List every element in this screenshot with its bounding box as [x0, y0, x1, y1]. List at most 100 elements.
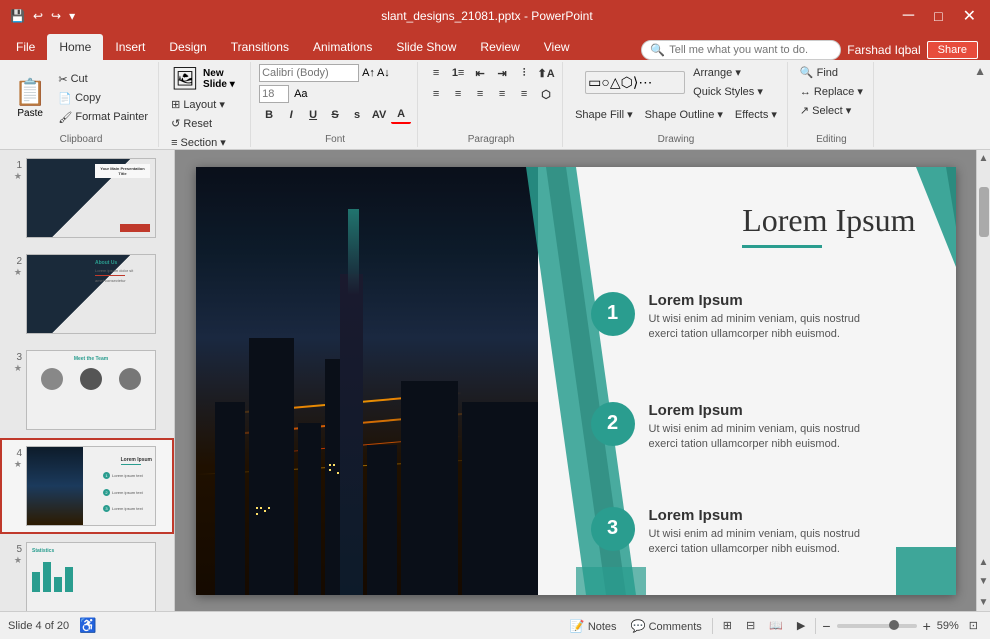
smartart-btn[interactable]: ⬡	[536, 85, 556, 103]
tab-insert[interactable]: Insert	[103, 34, 157, 60]
user-name: Farshad Iqbal	[847, 43, 920, 57]
fit-slide-btn[interactable]: ⊡	[965, 617, 982, 634]
status-left: Slide 4 of 20 ♿	[8, 617, 97, 634]
indent-more-btn[interactable]: ⇥	[492, 64, 512, 82]
maximize-btn[interactable]: □	[928, 8, 948, 24]
justify-btn[interactable]: ≡	[492, 85, 512, 103]
tab-slideshow[interactable]: Slide Show	[384, 34, 468, 60]
scroll-down-btn[interactable]: ▼	[976, 594, 990, 611]
tell-me-box[interactable]: 🔍	[641, 40, 841, 60]
reading-view-btn[interactable]: 📖	[765, 617, 787, 634]
bullets-btn[interactable]: ≡	[426, 64, 446, 82]
arrange-button[interactable]: Arrange ▾	[689, 64, 767, 81]
find-button[interactable]: 🔍 Find	[796, 64, 842, 81]
reset-button[interactable]: ↺ Reset	[167, 115, 216, 132]
font-size-input[interactable]	[259, 85, 289, 103]
underline-button[interactable]: U	[303, 106, 323, 124]
slide-star-3: ★	[14, 363, 22, 374]
tab-file[interactable]: File	[4, 34, 47, 60]
spacing-button[interactable]: AV	[369, 106, 389, 124]
save-icon[interactable]: 💾	[8, 7, 27, 25]
align-left-btn[interactable]: ≡	[426, 85, 446, 103]
comments-button[interactable]: 💬 Comments	[627, 617, 706, 635]
font-group: A↑ A↓ Aa B I U S s AV A Font	[253, 62, 418, 147]
cut-button[interactable]: ✂Cut	[54, 71, 152, 88]
tab-transitions[interactable]: Transitions	[219, 34, 301, 60]
slide-thumb-2[interactable]: 2 ★ About Us Lorem ipsum dolor sit amet …	[0, 246, 174, 342]
bold-button[interactable]: B	[259, 106, 279, 124]
scroll-next-slide-btn[interactable]: ▼	[976, 573, 990, 590]
slide-star-2: ★	[14, 267, 22, 278]
align-center-btn[interactable]: ≡	[448, 85, 468, 103]
zoom-slider[interactable]	[837, 624, 917, 628]
select-button[interactable]: ↗ Select ▾	[796, 102, 855, 119]
item-desc-1: Ut wisi enim ad minim veniam, quis nostr…	[649, 312, 879, 343]
columns-btn[interactable]: ⫶	[514, 64, 534, 82]
tab-design[interactable]: Design	[157, 34, 218, 60]
accessibility-icon[interactable]: ♿	[79, 617, 96, 634]
section-button[interactable]: ≡ Section ▾	[167, 134, 230, 151]
ribbon: 📋 Paste ✂Cut 📄Copy 🖌Format Painter Clipb…	[0, 60, 990, 150]
shadow-button[interactable]: s	[347, 106, 367, 124]
main-area: 1 ★ Your Main Presentation Title 2 ★	[0, 150, 990, 611]
quick-styles-button[interactable]: Quick Styles ▾	[689, 83, 767, 100]
zoom-out-btn[interactable]: −	[822, 618, 830, 634]
slide-thumb-4[interactable]: 4 ★ Lorem Ipsum 1 Lorem ipsum text	[0, 438, 174, 534]
scroll-thumb[interactable]	[979, 187, 989, 237]
format-painter-button[interactable]: 🖌Format Painter	[54, 109, 152, 126]
font-color-button[interactable]: A	[391, 106, 411, 124]
vertical-scrollbar[interactable]: ▲ ▲ ▼ ▼	[976, 150, 990, 611]
scroll-up-btn[interactable]: ▲	[976, 150, 990, 167]
undo-icon[interactable]: ↩	[31, 7, 45, 25]
tab-view[interactable]: View	[532, 34, 582, 60]
slide-canvas[interactable]: Lorem Ipsum 1 Lorem Ipsum Ut wisi enim a…	[196, 167, 956, 595]
slideshow-btn[interactable]: ▶	[793, 617, 809, 634]
scroll-prev-slide-btn[interactable]: ▲	[976, 554, 990, 571]
zoom-in-btn[interactable]: +	[923, 618, 931, 634]
close-btn[interactable]: ✕	[957, 6, 982, 26]
new-slide-button[interactable]: 🖼 NewSlide ▾	[167, 64, 239, 94]
numbering-btn[interactable]: 1≡	[448, 64, 468, 82]
text-dir-btn[interactable]: ⬆A	[536, 64, 556, 82]
shape-outline-btn[interactable]: Shape Outline ▾	[641, 106, 727, 123]
decrease-font-btn[interactable]: A↓	[377, 67, 390, 79]
notes-button[interactable]: 📝 Notes	[566, 617, 621, 635]
replace-button[interactable]: ↔ Replace ▾	[796, 83, 867, 100]
layout-button[interactable]: ⊞ Layout ▾	[167, 96, 229, 113]
tab-home[interactable]: Home	[47, 34, 103, 60]
tab-animations[interactable]: Animations	[301, 34, 384, 60]
italic-button[interactable]: I	[281, 106, 301, 124]
slide-thumb-5[interactable]: 5 ★ Statistics	[0, 534, 174, 611]
ribbon-collapse-btn[interactable]: ▲	[974, 62, 986, 147]
copy-button[interactable]: 📄Copy	[54, 90, 152, 107]
paragraph-label: Paragraph	[468, 134, 515, 145]
slide-img-3: Meet the Team	[26, 350, 156, 430]
align-text-btn[interactable]: ≡	[514, 85, 534, 103]
slide-thumb-3[interactable]: 3 ★ Meet the Team	[0, 342, 174, 438]
font-name-input[interactable]	[259, 64, 359, 82]
share-button[interactable]: Share	[927, 41, 978, 59]
slide-thumb-1[interactable]: 1 ★ Your Main Presentation Title	[0, 150, 174, 246]
shape-effects-btn[interactable]: Effects ▾	[731, 106, 781, 123]
tab-review[interactable]: Review	[468, 34, 531, 60]
clipboard-label: Clipboard	[60, 134, 103, 145]
clear-format-btn[interactable]: Aa	[291, 87, 310, 101]
slide-item-1: 1 Lorem Ipsum Ut wisi enim ad minim veni…	[591, 292, 931, 343]
slide-sorter-btn[interactable]: ⊟	[742, 617, 759, 634]
align-right-btn[interactable]: ≡	[470, 85, 490, 103]
format-row: B I U S s AV A	[259, 106, 411, 124]
normal-view-btn[interactable]: ⊞	[719, 617, 736, 634]
redo-icon[interactable]: ↪	[49, 7, 63, 25]
minimize-btn[interactable]: ─	[897, 7, 920, 25]
strikethrough-button[interactable]: S	[325, 106, 345, 124]
shape-fill-btn[interactable]: Shape Fill ▾	[571, 106, 637, 123]
indent-less-btn[interactable]: ⇤	[470, 64, 490, 82]
slide-num-5: 5	[8, 544, 22, 555]
customize-icon[interactable]: ▾	[67, 7, 77, 25]
paste-button[interactable]: 📋 Paste	[10, 75, 50, 121]
shapes-palette[interactable]: ▭○△ ⬡⟩⋯	[585, 71, 685, 94]
increase-font-btn[interactable]: A↑	[362, 67, 375, 79]
tell-me-input[interactable]	[669, 44, 809, 56]
slides-group: 🖼 NewSlide ▾ ⊞ Layout ▾ ↺ Reset ≡ Sectio…	[161, 62, 251, 147]
item-desc-3: Ut wisi enim ad minim veniam, quis nostr…	[649, 527, 879, 558]
